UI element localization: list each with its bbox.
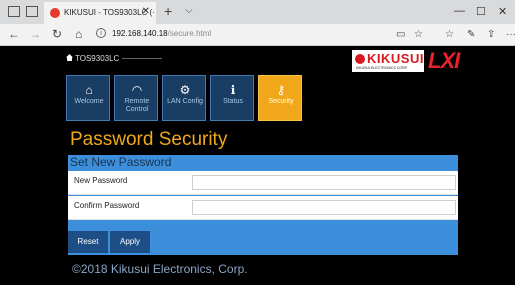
notes-pen-icon[interactable]: ✎ [467, 29, 475, 40]
back-icon[interactable]: ← [8, 27, 20, 41]
address-toolbar: ← → ↻ ⌂ i 192.168.140.18/secure.html ▭ ☆… [0, 24, 515, 46]
kikusui-wordmark: KIKUSUI [367, 51, 424, 66]
lxi-logo: LXI [428, 48, 460, 73]
gear-icon: ⚙ [179, 83, 191, 97]
tab-preview-icon[interactable] [26, 6, 38, 17]
browser-tab[interactable]: KIKUSUI - TOS9303LC (· ✕ [44, 2, 156, 24]
site-info-icon[interactable]: i [96, 28, 106, 38]
maximize-icon[interactable]: ☐ [476, 5, 486, 18]
web-page: TOS9303LC KIKUSUI KIKUSUI ELECTRONICS CO… [0, 47, 515, 285]
site-container: TOS9303LC KIKUSUI KIKUSUI ELECTRONICS CO… [62, 47, 462, 285]
reset-button[interactable]: Reset [68, 231, 108, 253]
home-icon: ⌂ [85, 83, 93, 97]
new-password-label: New Password [74, 176, 128, 185]
nav-label: Status [223, 98, 243, 105]
more-icon[interactable]: ··· [506, 29, 515, 40]
header-divider [122, 58, 162, 59]
confirm-password-input[interactable] [192, 200, 456, 215]
window-close-icon[interactable]: ✕ [498, 5, 507, 18]
add-favorite-icon[interactable]: ☆ [414, 29, 423, 40]
home-link[interactable]: TOS9303LC [66, 54, 119, 63]
browser-titlebar: KIKUSUI - TOS9303LC (· ✕ + ⌵ — ☐ ✕ [0, 0, 515, 24]
apply-button[interactable]: Apply [110, 231, 150, 253]
nav-label: Welcome [74, 98, 104, 105]
info-icon: ℹ [230, 83, 236, 97]
nav-label: Remote Control [124, 98, 150, 113]
kikusui-logo: KIKUSUI KIKUSUI ELECTRONICS CORP. [352, 50, 424, 72]
nav-remote-control[interactable]: ◠ Remote Control [114, 75, 158, 121]
section-title: Set New Password [70, 155, 172, 169]
favorites-icon[interactable]: ☆ [445, 29, 454, 40]
nav-status[interactable]: ℹ Status [210, 75, 254, 121]
page-title: Password Security [70, 129, 228, 150]
minimize-icon[interactable]: — [454, 5, 465, 17]
kikusui-subtitle: KIKUSUI ELECTRONICS CORP. [356, 66, 408, 70]
home-icon[interactable]: ⌂ [75, 27, 82, 41]
house-icon [66, 54, 73, 61]
url-text[interactable]: 192.168.140.18/secure.html [112, 29, 211, 38]
reading-view-icon[interactable]: ▭ [396, 29, 405, 40]
tab-dropdown-icon[interactable]: ⌵ [185, 5, 193, 16]
confirm-password-label: Confirm Password [74, 201, 140, 210]
tab-close-icon[interactable]: ✕ [142, 6, 150, 17]
url-bar[interactable]: i 192.168.140.18/secure.html [96, 27, 406, 43]
confirm-password-row: Confirm Password [68, 196, 458, 220]
nav-welcome[interactable]: ⌂ Welcome [66, 75, 110, 121]
nav-label: LAN Config [167, 98, 203, 105]
new-tab-icon[interactable]: + [164, 3, 172, 19]
url-path: /secure.html [167, 29, 212, 38]
new-password-input[interactable] [192, 175, 456, 190]
password-panel: Set New Password New Password Confirm Pa… [68, 155, 458, 255]
share-icon[interactable]: ⇪ [487, 29, 495, 40]
nav-label: Security [268, 98, 294, 105]
gauge-icon: ◠ [131, 83, 143, 97]
nav-buttons: ⌂ Welcome ◠ Remote Control ⚙ LAN Config … [66, 75, 366, 121]
footer-copyright: ©2018 Kikusui Electronics, Corp. [72, 262, 248, 276]
nav-lan-config[interactable]: ⚙ LAN Config [162, 75, 206, 121]
nav-security[interactable]: ⚷ Security [258, 75, 302, 121]
site-header: TOS9303LC KIKUSUI KIKUSUI ELECTRONICS CO… [62, 47, 462, 73]
url-host: 192.168.140.18 [112, 29, 168, 38]
key-icon: ⚷ [276, 83, 286, 97]
reload-icon[interactable]: ↻ [52, 27, 62, 41]
new-password-row: New Password [68, 171, 458, 195]
home-link-label: TOS9303LC [75, 54, 120, 63]
kikusui-favicon-icon [50, 8, 60, 18]
kikusui-mark-icon [355, 54, 365, 64]
tab-actions-icon[interactable] [8, 6, 20, 17]
forward-icon[interactable]: → [29, 27, 41, 41]
brand-logos: KIKUSUI KIKUSUI ELECTRONICS CORP. LXI [352, 48, 462, 73]
